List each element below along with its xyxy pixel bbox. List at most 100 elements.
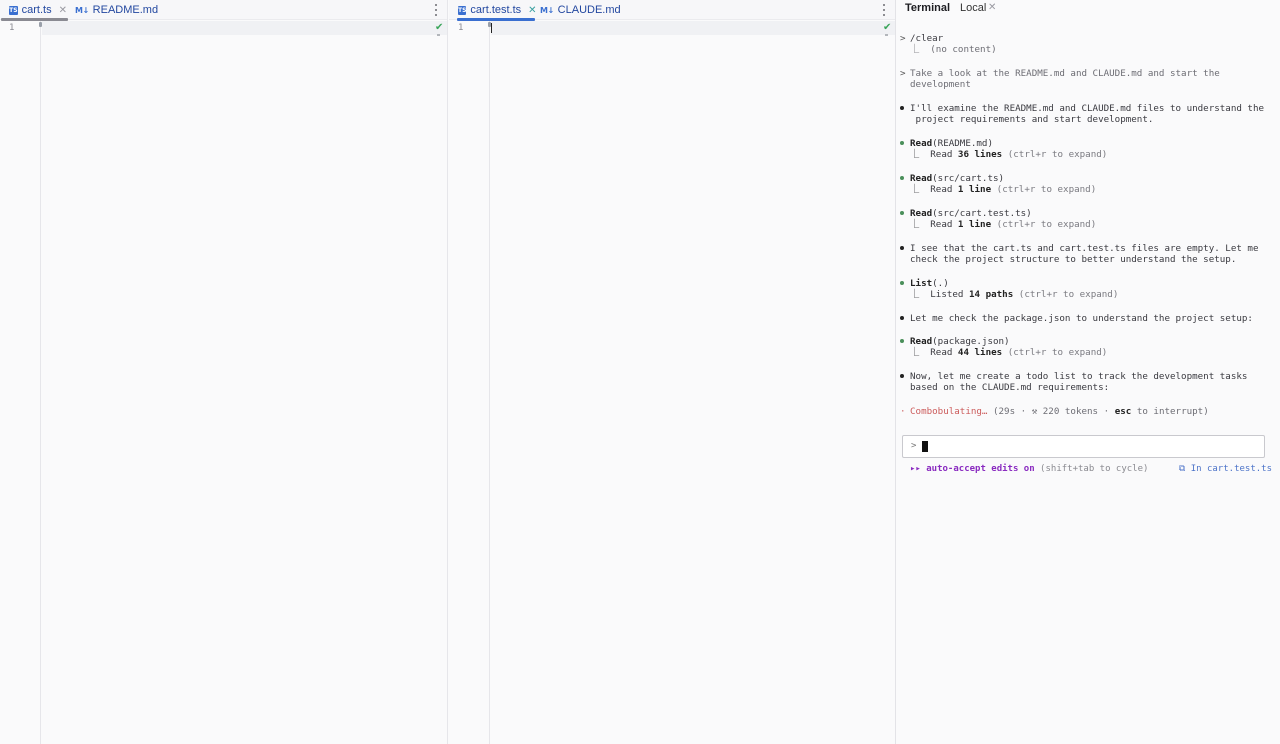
- tab-label: cart.ts: [21, 4, 52, 16]
- terminal-cursor: [922, 441, 928, 452]
- tool-arg: (src/cart.test.ts): [932, 208, 1032, 219]
- assistant-message: check the project structure to better un…: [910, 254, 1237, 265]
- result-prefix: ⎿ Read: [910, 219, 958, 230]
- typescript-file-icon: TS: [458, 5, 467, 15]
- code-area[interactable]: [491, 21, 895, 744]
- prompt-symbol: >: [900, 68, 906, 79]
- tool-result: ⎿ Listed 14 paths (ctrl+r to expand): [910, 289, 1118, 300]
- tool-call: Read(README.md): [910, 138, 993, 149]
- editor-pane-right: TS cart.test.ts ✕ M↓ CLAUDE.md 1 ✔: [449, 0, 896, 744]
- expand-hint: (ctrl+r to expand): [991, 184, 1097, 195]
- status-line: Combobulating… (29s · ⚒ 220 tokens · esc…: [910, 406, 1209, 417]
- close-tab-icon[interactable]: ✕: [988, 2, 996, 13]
- tool-name: Read: [910, 173, 933, 184]
- tool-bullet: [900, 211, 904, 215]
- tab-claude-md[interactable]: M↓ CLAUDE.md: [540, 0, 621, 20]
- tool-call: Read(src/cart.test.ts): [910, 208, 1032, 219]
- markdown-file-icon: M↓: [540, 5, 554, 15]
- tool-result: ⎿ Read 44 lines (ctrl+r to expand): [910, 347, 1107, 358]
- message-bullet: [900, 374, 904, 378]
- tool-call: Read(src/cart.ts): [910, 173, 1004, 184]
- message-bullet: [900, 246, 904, 250]
- tool-result: ⎿ Read 36 lines (ctrl+r to expand): [910, 149, 1107, 160]
- user-prompt-line: development: [910, 79, 971, 90]
- auto-accept-arrows-icon: ▸▸: [910, 464, 921, 474]
- line-number: 1: [458, 23, 464, 33]
- tool-bullet: [900, 281, 904, 285]
- result-prefix: ⎿ Read: [910, 184, 958, 195]
- expand-hint: (ctrl+r to expand): [991, 219, 1097, 230]
- tool-bullet: [900, 339, 904, 343]
- command-result: ⎿ (no content): [910, 44, 997, 55]
- more-options-icon[interactable]: [880, 3, 888, 17]
- tool-name: Read: [910, 336, 933, 347]
- terminal-tab-bar: Terminal Local ✕: [897, 0, 1280, 16]
- tool-name: Read: [910, 138, 933, 149]
- tab-label: cart.test.ts: [470, 4, 522, 16]
- typescript-file-icon: TS: [9, 5, 18, 15]
- tool-bullet: [900, 176, 904, 180]
- result-count: 14 paths: [968, 289, 1014, 300]
- line-gutter: [0, 21, 41, 744]
- tab-local-session[interactable]: Local: [960, 2, 986, 14]
- tool-arg: (src/cart.ts): [932, 173, 1005, 184]
- terminal-input[interactable]: >: [902, 435, 1265, 458]
- tool-name: List: [910, 278, 933, 289]
- result-prefix: ⎿ Listed: [910, 289, 969, 300]
- tool-call: List(.): [910, 278, 949, 289]
- result-count: 1 line: [957, 219, 992, 230]
- text-caret: [491, 23, 492, 33]
- current-file-ref[interactable]: ⧉ In cart.test.ts: [1179, 464, 1272, 474]
- markdown-file-icon: M↓: [75, 5, 89, 15]
- editor-pane-left: TS cart.ts ✕ M↓ README.md 1 ✔: [0, 0, 448, 744]
- result-count: 36 lines: [957, 149, 1003, 160]
- tool-arg: (.): [932, 278, 949, 289]
- terminal-title[interactable]: Terminal: [905, 2, 950, 14]
- message-bullet: [900, 106, 904, 110]
- assistant-message: Now, let me create a todo list to track …: [910, 371, 1248, 382]
- code-area[interactable]: [42, 21, 447, 744]
- editor-tab-bar: TS cart.ts ✕ M↓ README.md: [0, 0, 447, 21]
- assistant-message: I see that the cart.ts and cart.test.ts …: [910, 243, 1259, 254]
- mode-status-bar: ▸▸ auto-accept edits on (shift+tab to cy…: [910, 464, 1272, 476]
- tab-cart-ts[interactable]: TS cart.ts ✕: [1, 0, 68, 21]
- status-detail: (29s · ⚒ 220 tokens ·: [987, 406, 1115, 417]
- tab-readme-md[interactable]: M↓ README.md: [75, 0, 158, 20]
- assistant-message: based on the CLAUDE.md requirements:: [910, 382, 1110, 393]
- auto-accept-label: auto-accept edits on: [920, 464, 1035, 474]
- close-tab-icon[interactable]: ✕: [59, 5, 67, 16]
- tab-cart-test-ts[interactable]: TS cart.test.ts ✕: [457, 0, 537, 21]
- close-tab-icon[interactable]: ✕: [528, 5, 536, 16]
- status-tail: to interrupt): [1131, 406, 1209, 417]
- line-number: 1: [9, 23, 15, 33]
- command-line: /clear: [910, 33, 944, 44]
- editor-tab-bar: TS cart.test.ts ✕ M↓ CLAUDE.md: [449, 0, 895, 21]
- result-count: 44 lines: [957, 347, 1003, 358]
- more-options-icon[interactable]: [432, 3, 440, 17]
- result-prefix: ⎿ Read: [910, 347, 958, 358]
- result-prefix: ⎿ Read: [910, 149, 958, 160]
- tool-result: ⎿ Read 1 line (ctrl+r to expand): [910, 184, 1096, 195]
- line-gutter: [449, 21, 490, 744]
- tool-arg: (README.md): [932, 138, 993, 149]
- terminal-pane: Terminal Local ✕ > /clear ⎿ (no content)…: [897, 0, 1280, 744]
- assistant-message: Let me check the package.json to underst…: [910, 313, 1253, 324]
- prompt-symbol: >: [900, 33, 906, 44]
- status-word: Combobulating…: [910, 406, 988, 417]
- tool-bullet: [900, 141, 904, 145]
- tool-arg: (package.json): [932, 336, 1010, 347]
- spinner-icon: ·: [900, 406, 906, 417]
- prompt-symbol: >: [911, 441, 917, 451]
- assistant-message: I'll examine the README.md and CLAUDE.md…: [910, 103, 1265, 114]
- expand-hint: (ctrl+r to expand): [1002, 347, 1108, 358]
- esc-key-label: esc: [1114, 406, 1132, 417]
- assistant-message: project requirements and start developme…: [910, 114, 1154, 125]
- tool-result: ⎿ Read 1 line (ctrl+r to expand): [910, 219, 1096, 230]
- cycle-hint: (shift+tab to cycle): [1034, 464, 1149, 474]
- tool-name: Read: [910, 208, 933, 219]
- tab-label: README.md: [92, 4, 159, 16]
- file-ref-label: In cart.test.ts: [1185, 464, 1272, 474]
- expand-hint: (ctrl+r to expand): [1013, 289, 1119, 300]
- result-count: 1 line: [957, 184, 992, 195]
- user-prompt-line: Take a look at the README.md and CLAUDE.…: [910, 68, 1220, 79]
